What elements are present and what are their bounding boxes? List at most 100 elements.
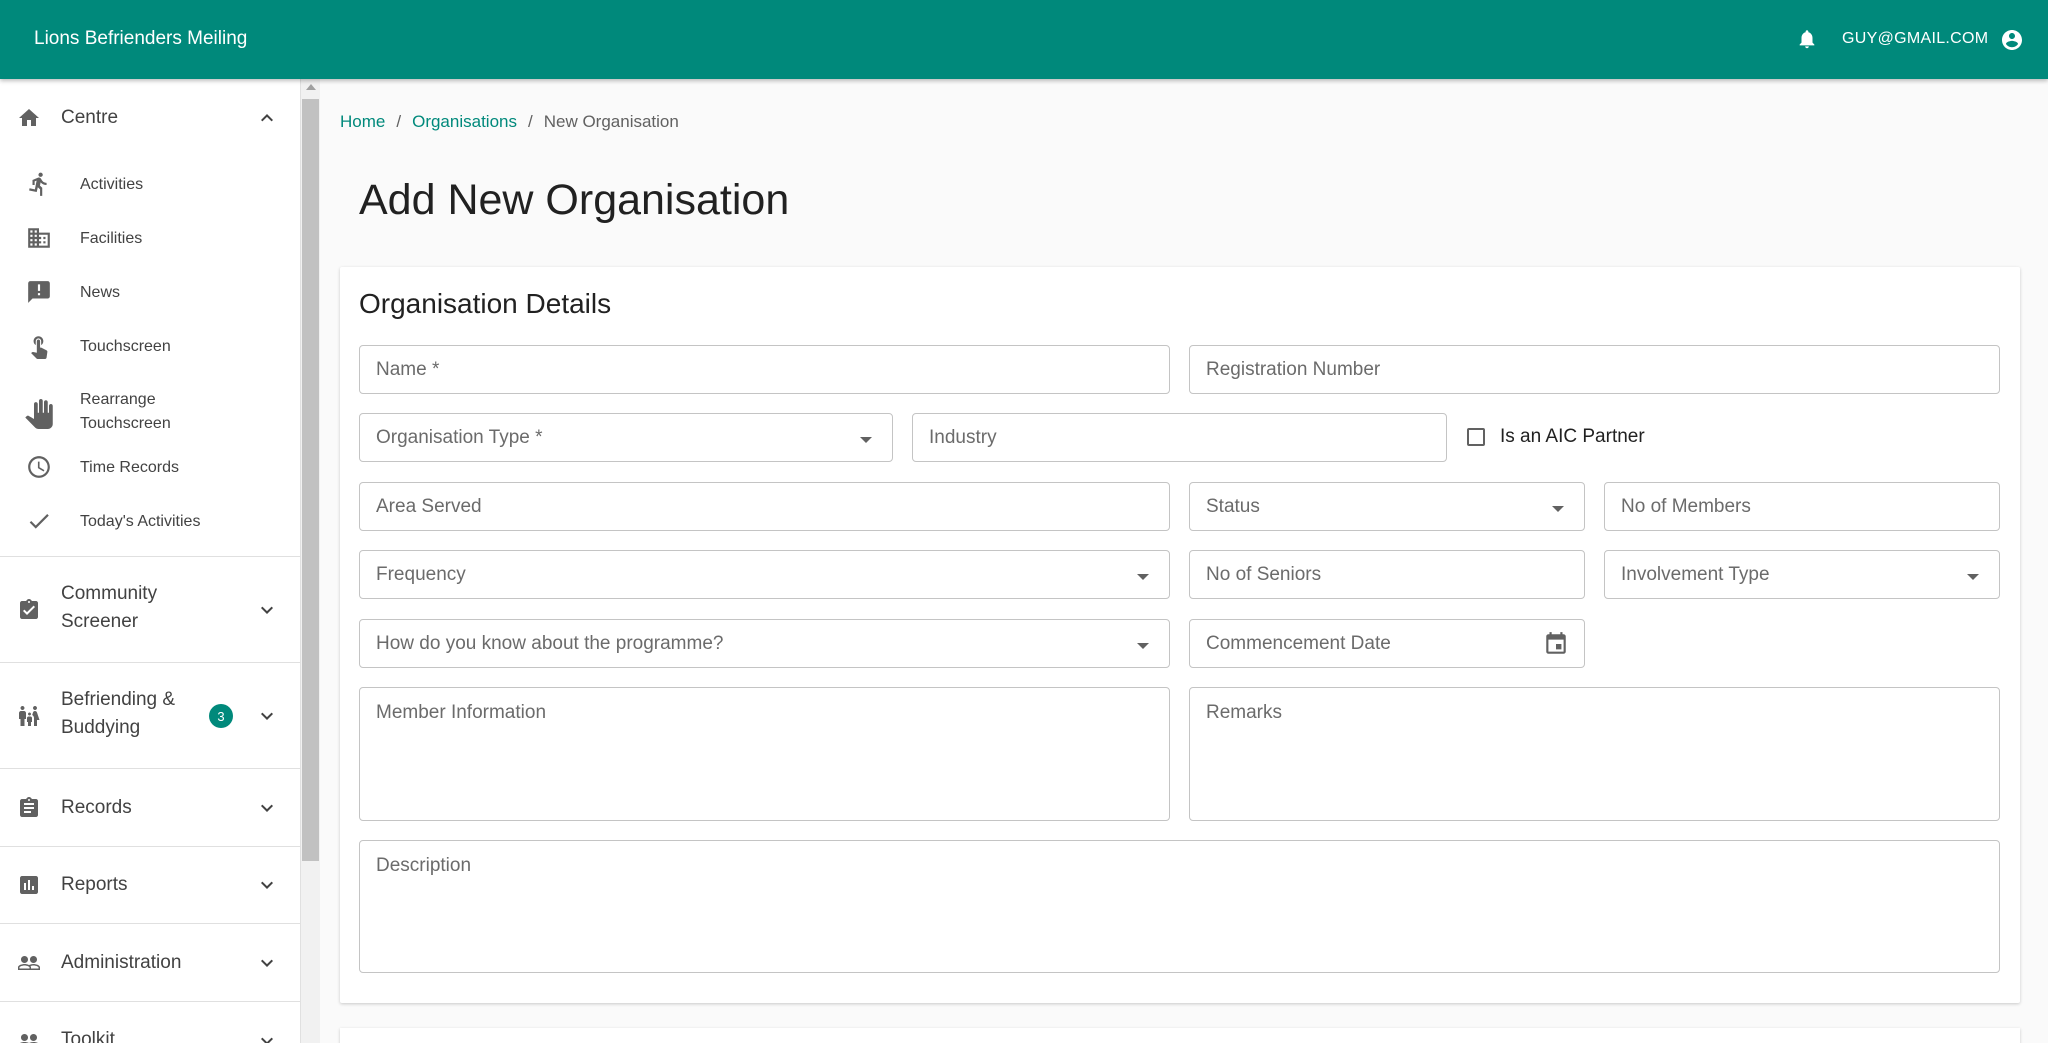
sidebar-item-time-records[interactable]: Time Records — [0, 451, 300, 487]
sidebar-item-activities[interactable]: Activities — [0, 168, 300, 204]
aic-partner-checkbox[interactable] — [1467, 428, 1485, 446]
people-icon — [18, 956, 40, 970]
industry-field[interactable]: Industry — [912, 413, 1447, 462]
sidebar-group-records[interactable]: Records — [0, 769, 300, 847]
involvement-type-select[interactable]: Involvement Type — [1604, 550, 2000, 599]
sidebar-item-label: Today's Activities — [80, 513, 201, 530]
sidebar-item-touchscreen[interactable]: Touchscreen — [0, 330, 300, 366]
area-served-field[interactable]: Area Served — [359, 482, 1170, 531]
dropdown-arrow-icon — [1137, 643, 1149, 649]
sidebar-group-centre[interactable]: Centre — [0, 79, 300, 157]
app-title[interactable]: Lions Befrienders Meiling — [34, 28, 247, 50]
building-icon — [28, 228, 50, 248]
sidebar-item-todays-activities[interactable]: Today's Activities — [0, 505, 300, 541]
next-section-card — [340, 1028, 2020, 1043]
aic-partner-checkbox-row[interactable]: Is an AIC Partner — [1467, 426, 1645, 448]
page-title: Add New Organisation — [359, 176, 790, 224]
section-title: Organisation Details — [359, 288, 612, 319]
dropdown-arrow-icon — [1552, 506, 1564, 512]
involvement-type-placeholder: Involvement Type — [1621, 564, 1770, 585]
sidebar-group-reports[interactable]: Reports — [0, 847, 300, 924]
sidebar-item-label: Facilities — [80, 230, 143, 247]
name-field[interactable]: Name * — [359, 345, 1170, 394]
sidebar-item-label: News — [80, 284, 121, 301]
dropdown-arrow-icon — [860, 437, 872, 443]
notifications-bell-icon[interactable] — [1796, 26, 1818, 52]
breadcrumb-separator: / — [527, 112, 533, 131]
member-information-textarea[interactable]: Member Information — [359, 687, 1170, 821]
name-placeholder: Name * — [376, 359, 440, 380]
sidebar-group-toolkit[interactable]: Toolkit — [0, 1002, 300, 1043]
commencement-date-placeholder: Commencement Date — [1206, 633, 1391, 654]
breadcrumb-home-link[interactable]: Home — [340, 112, 385, 131]
sidebar-item-facilities[interactable]: Facilities — [0, 222, 300, 258]
registration-number-field[interactable]: Registration Number — [1189, 345, 2000, 394]
home-icon — [19, 109, 39, 126]
running-icon — [29, 172, 47, 196]
family-icon — [19, 706, 40, 726]
sidebar-scrollbar-thumb[interactable] — [302, 99, 319, 861]
status-placeholder: Status — [1206, 496, 1260, 517]
sidebar-group-label: Records — [61, 797, 132, 818]
dropdown-arrow-icon — [1967, 574, 1979, 580]
calendar-icon[interactable] — [1543, 631, 1569, 657]
sidebar-group-label: Community Screener — [61, 583, 158, 632]
no-of-seniors-field[interactable]: No of Seniors — [1189, 550, 1585, 599]
sidebar-item-news[interactable]: News — [0, 276, 300, 312]
notification-badge: 3 — [209, 704, 233, 728]
area-served-placeholder: Area Served — [376, 496, 482, 517]
hand-icon — [25, 399, 53, 429]
sidebar-item-label: Touchscreen — [80, 338, 171, 355]
clipboard-icon — [20, 797, 38, 817]
sidebar-group-community-screener[interactable]: Community Screener — [0, 557, 300, 663]
no-of-members-field[interactable]: No of Members — [1604, 482, 2000, 531]
sidebar-group-label: Reports — [61, 874, 128, 895]
breadcrumb-separator: / — [396, 112, 402, 131]
touch-icon — [31, 336, 48, 359]
account-circle-icon[interactable] — [2000, 28, 2024, 52]
member-information-placeholder: Member Information — [376, 702, 547, 723]
sidebar-group-administration[interactable]: Administration — [0, 924, 300, 1002]
description-placeholder: Description — [376, 855, 472, 876]
description-textarea[interactable]: Description — [359, 840, 2000, 973]
user-email[interactable]: GUY@GMAIL.COM — [1842, 30, 1988, 48]
how-know-select[interactable]: How do you know about the programme? — [359, 619, 1170, 668]
chevron-down-icon[interactable] — [255, 704, 279, 728]
breadcrumb-organisations-link[interactable]: Organisations — [412, 112, 517, 131]
sidebar-item-rearrange-touchscreen[interactable]: Rearrange Touchscreen — [0, 383, 300, 441]
status-select[interactable]: Status — [1189, 482, 1585, 531]
sidebar-group-label: Befriending & Buddying — [61, 689, 176, 738]
remarks-placeholder: Remarks — [1206, 702, 1283, 723]
chevron-down-icon[interactable] — [255, 598, 279, 622]
announcement-icon — [28, 281, 50, 303]
sidebar-group-befriending-buddying[interactable]: Befriending & Buddying 3 — [0, 663, 300, 769]
sidebar: Centre Activities Facilities News Touchs… — [0, 79, 301, 1043]
chevron-down-icon[interactable] — [255, 951, 279, 975]
chevron-up-icon[interactable] — [255, 106, 279, 130]
remarks-textarea[interactable]: Remarks — [1189, 687, 2000, 821]
dropdown-arrow-icon — [1137, 574, 1149, 580]
sidebar-item-label: Activities — [80, 176, 144, 193]
no-of-members-placeholder: No of Members — [1621, 496, 1751, 517]
people-icon — [20, 1034, 38, 1043]
chevron-down-icon[interactable] — [255, 1029, 279, 1043]
sidebar-group-label: Toolkit — [61, 1029, 115, 1043]
sidebar-item-label: Time Records — [80, 459, 179, 476]
scroll-up-arrow-icon[interactable] — [306, 84, 316, 90]
clipboard-check-icon — [20, 599, 38, 619]
sidebar-group-label: Administration — [61, 952, 182, 973]
aic-partner-label[interactable]: Is an AIC Partner — [1500, 426, 1645, 448]
registration-number-placeholder: Registration Number — [1206, 359, 1381, 380]
bar-chart-icon — [20, 876, 38, 894]
sidebar-group-label: Centre — [61, 107, 119, 128]
organisation-type-select[interactable]: Organisation Type * — [359, 413, 893, 462]
chevron-down-icon[interactable] — [255, 873, 279, 897]
chevron-down-icon[interactable] — [255, 796, 279, 820]
organisation-type-placeholder: Organisation Type * — [376, 427, 543, 448]
clock-icon — [28, 456, 50, 478]
commencement-date-field[interactable]: Commencement Date — [1189, 619, 1585, 668]
frequency-select[interactable]: Frequency — [359, 550, 1170, 599]
breadcrumb: Home / Organisations / New Organisation — [340, 112, 679, 132]
sidebar-item-label: Rearrange Touchscreen — [80, 391, 171, 432]
check-icon — [29, 514, 49, 529]
